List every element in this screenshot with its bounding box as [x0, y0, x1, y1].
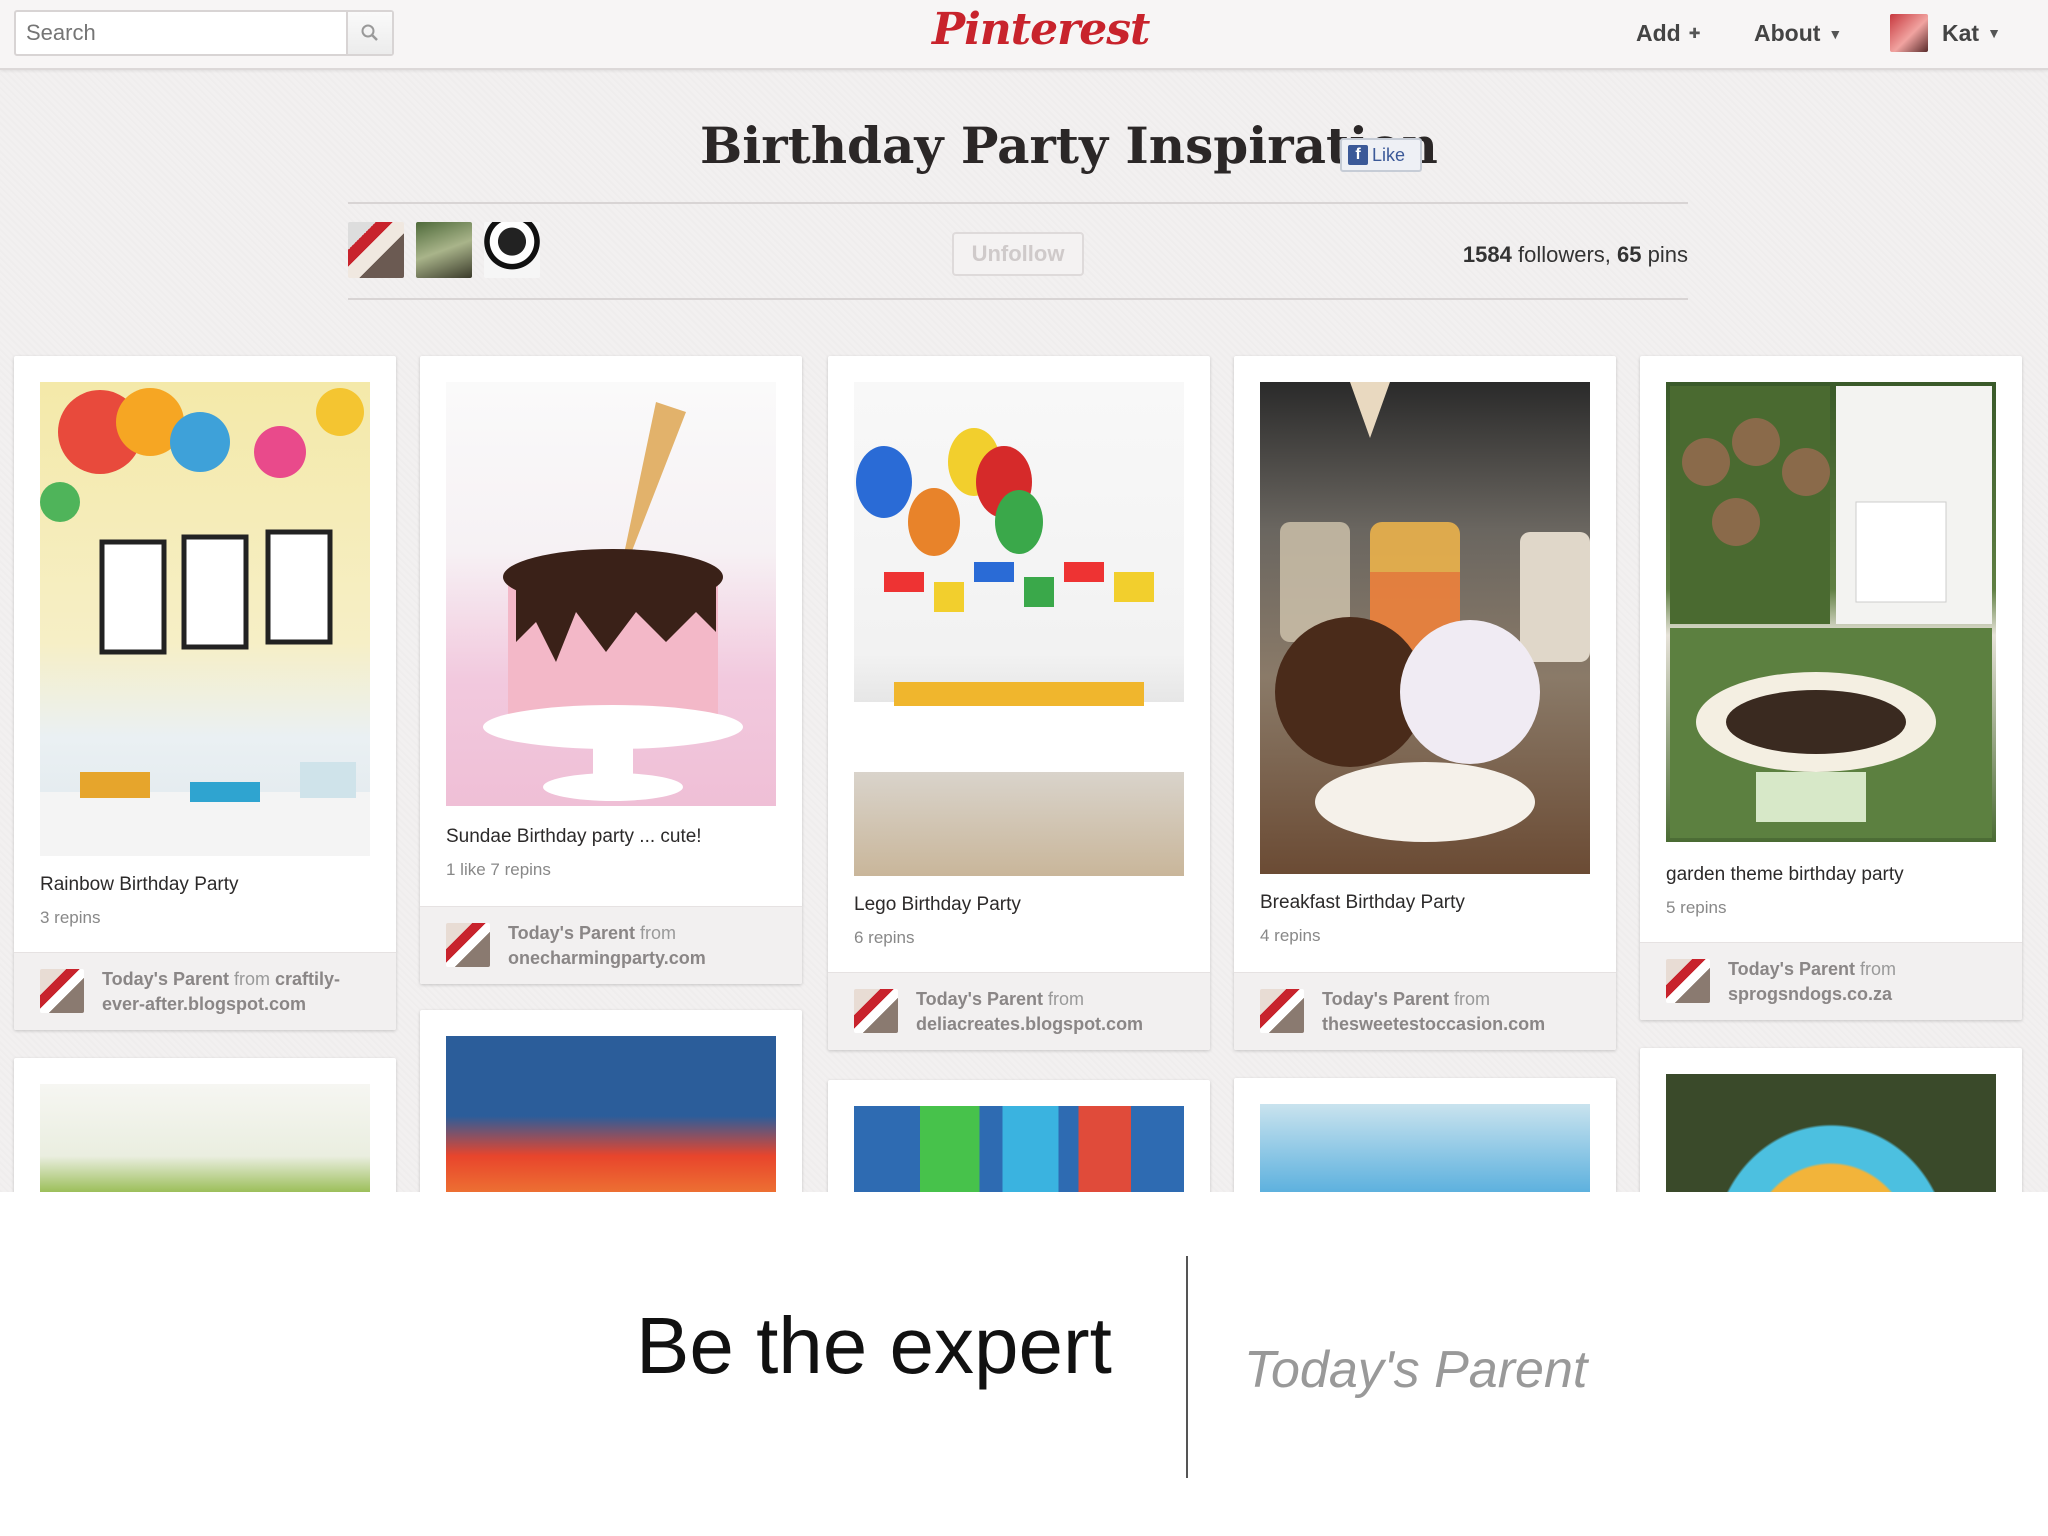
pin-repins: 1 like 7 repins	[446, 860, 551, 879]
source-link[interactable]: sprogsndogs.co.za	[1728, 984, 1892, 1004]
collaborator-avatar[interactable]	[348, 222, 404, 278]
user-avatar	[1890, 14, 1928, 52]
pin-attribution: Today's Parent from deliacreates.blogspo…	[828, 972, 1210, 1050]
collaborator-avatar[interactable]	[416, 222, 472, 278]
slide-tagline: Be the expert	[636, 1301, 1112, 1390]
pin-image[interactable]	[854, 1106, 1184, 1192]
pin-image[interactable]	[1260, 382, 1590, 874]
divider	[348, 298, 1688, 300]
pin-attribution: Today's Parent from thesweetestoccasion.…	[1234, 972, 1616, 1050]
pin-card[interactable]	[14, 1058, 396, 1192]
todays-parent-avatar[interactable]	[854, 989, 898, 1033]
pin-description: Lego Birthday Party	[854, 894, 1021, 915]
pin-card[interactable]	[420, 1010, 802, 1192]
pin-image[interactable]	[40, 382, 370, 856]
user-menu[interactable]: Kat ▼	[1890, 14, 2001, 52]
pin-image[interactable]	[1666, 382, 1996, 842]
from-label: from	[1454, 989, 1490, 1009]
add-menu-label: Add	[1636, 20, 1681, 46]
facebook-icon: f	[1348, 145, 1368, 165]
pins-count: 65	[1617, 242, 1642, 267]
pin-description: Rainbow Birthday Party	[40, 874, 239, 895]
pin-card[interactable]	[828, 1080, 1210, 1192]
pin-card[interactable]: Sundae Birthday party ... cute! 1 like 7…	[420, 356, 802, 984]
board-stats: 1584 followers, 65 pins	[1463, 242, 1688, 268]
followers-count: 1584	[1462, 242, 1512, 267]
pin-attribution: Today's Parent from craftily-ever-after.…	[14, 952, 396, 1030]
todays-parent-avatar[interactable]	[40, 969, 84, 1013]
pinner-name[interactable]: Today's Parent	[102, 969, 229, 989]
todays-parent-avatar[interactable]	[1666, 959, 1710, 1003]
pin-card[interactable]: Breakfast Birthday Party 4 repins Today'…	[1234, 356, 1616, 1050]
pin-description: Breakfast Birthday Party	[1260, 892, 1465, 913]
board-title: Birthday Party Inspiration	[700, 116, 1438, 175]
pin-repins: 4 repins	[1260, 926, 1321, 945]
search-button[interactable]	[346, 12, 392, 54]
pin-image[interactable]	[40, 1084, 370, 1192]
divider	[348, 202, 1688, 204]
pin-description: Sundae Birthday party ... cute!	[446, 826, 702, 847]
collaborator-avatar[interactable]	[484, 222, 540, 278]
source-link[interactable]: deliacreates.blogspot.com	[916, 1014, 1143, 1034]
slide-byline: Today's Parent	[1244, 1341, 1588, 1399]
pinner-name[interactable]: Today's Parent	[916, 989, 1043, 1009]
pin-image[interactable]	[446, 382, 776, 806]
chevron-down-icon: ▼	[1987, 25, 2001, 41]
pin-repins: 5 repins	[1666, 898, 1727, 917]
unfollow-button[interactable]: Unfollow	[952, 232, 1084, 276]
pin-card[interactable]: Lego Birthday Party 6 repins Today's Par…	[828, 356, 1210, 1050]
cake-photo-icon	[483, 402, 743, 801]
todays-parent-avatar[interactable]	[446, 923, 490, 967]
garden-party-photo-icon	[1670, 386, 1992, 838]
facebook-like-button[interactable]: f Like	[1340, 138, 1422, 172]
pin-image[interactable]	[1666, 1074, 1996, 1192]
search-input[interactable]	[16, 12, 346, 54]
pin-attribution: Today's Parent from sprogsndogs.co.za	[1640, 942, 2022, 1020]
search-box[interactable]	[14, 10, 394, 56]
followers-label: followers,	[1517, 242, 1611, 267]
party-photo-icon	[40, 388, 370, 856]
pinner-name[interactable]: Today's Parent	[1322, 989, 1449, 1009]
from-label: from	[1048, 989, 1084, 1009]
pins-label: pins	[1647, 242, 1688, 267]
top-navigation-bar: Pinterest Add ✚ About ▼ Kat ▼	[0, 0, 2048, 70]
todays-parent-avatar[interactable]	[1260, 989, 1304, 1033]
pin-repins: 3 repins	[40, 908, 101, 927]
candy-jars-photo-icon	[1275, 382, 1590, 842]
user-name: Kat	[1942, 19, 1980, 46]
about-menu-label: About	[1754, 20, 1821, 46]
source-link[interactable]: onecharmingparty.com	[508, 948, 706, 968]
add-menu[interactable]: Add ✚	[1636, 20, 1700, 47]
pin-card[interactable]: garden theme birthday party 5 repins Tod…	[1640, 356, 2022, 1020]
pin-card[interactable]	[1234, 1078, 1616, 1192]
pin-image[interactable]	[854, 382, 1184, 876]
search-icon	[361, 24, 378, 41]
pin-card[interactable]: Rainbow Birthday Party 3 repins Today's …	[14, 356, 396, 1030]
from-label: from	[640, 923, 676, 943]
source-link[interactable]: thesweetestoccasion.com	[1322, 1014, 1545, 1034]
pinterest-screenshot: Pinterest Add ✚ About ▼ Kat ▼ Birthday P…	[0, 0, 2048, 1192]
plus-icon: ✚	[1688, 25, 1701, 41]
from-label: from	[234, 969, 270, 989]
pin-card[interactable]	[1640, 1048, 2022, 1192]
chevron-down-icon: ▼	[1828, 25, 1843, 42]
about-menu[interactable]: About ▼	[1754, 20, 1842, 47]
like-label: Like	[1372, 144, 1406, 165]
from-label: from	[1860, 959, 1896, 979]
pin-description: garden theme birthday party	[1666, 864, 1904, 885]
pinner-name[interactable]: Today's Parent	[1728, 959, 1855, 979]
pin-image[interactable]	[446, 1036, 776, 1192]
pinner-name[interactable]: Today's Parent	[508, 923, 635, 943]
lego-party-photo-icon	[854, 428, 1184, 772]
vertical-divider	[1186, 1256, 1188, 1478]
pin-repins: 6 repins	[854, 928, 915, 947]
pin-attribution: Today's Parent from onecharmingparty.com	[420, 906, 802, 984]
pinterest-logo[interactable]: Pinterest	[932, 4, 1150, 62]
pin-image[interactable]	[1260, 1104, 1590, 1192]
